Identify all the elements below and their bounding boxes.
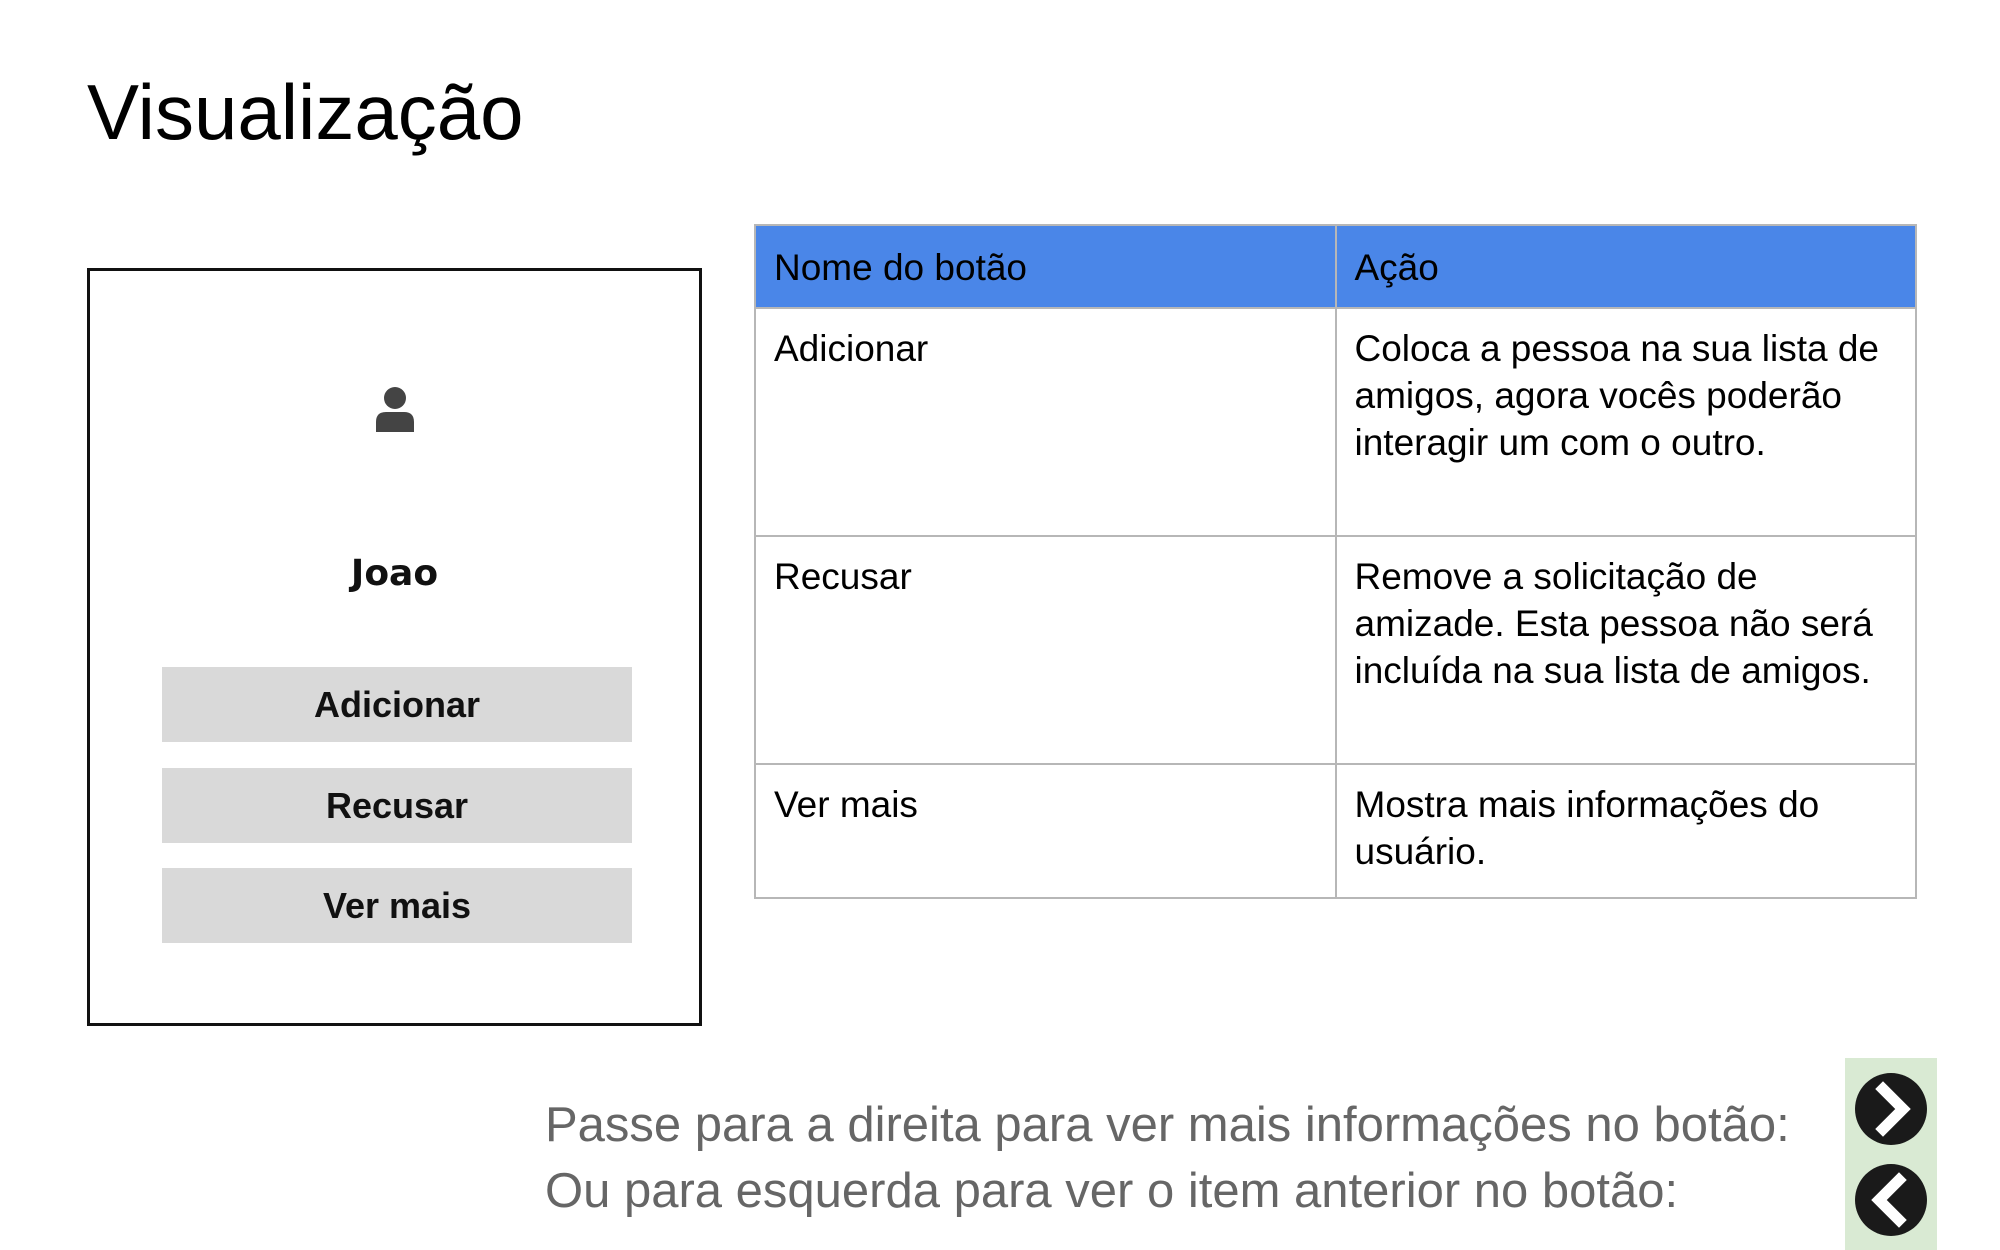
table-cell-action: Mostra mais informações do usuário. (1334, 763, 1917, 899)
column-header-action: Ação (1334, 224, 1917, 309)
user-icon (376, 387, 414, 432)
friend-request-card: Joao Adicionar Recusar Ver mais (87, 268, 702, 1026)
add-button[interactable]: Adicionar (162, 667, 632, 742)
table-row: Recusar Remove a solicitação de amizade.… (754, 535, 1917, 765)
table-header-row: Nome do botão Ação (754, 224, 1917, 309)
chevron-right-icon[interactable] (1851, 1069, 1931, 1149)
slide: Visualização Joao Adicionar Recusar Ver … (0, 0, 2000, 1250)
user-name: Joao (350, 553, 439, 594)
page-title: Visualização (87, 68, 524, 156)
table-cell-button-name: Adicionar (754, 307, 1337, 537)
table-cell-action: Coloca a pessoa na sua lista de amigos, … (1334, 307, 1917, 537)
table-row: Ver mais Mostra mais informações do usuá… (754, 763, 1917, 899)
instruction-previous: Ou para esquerda para ver o item anterio… (545, 1164, 1679, 1218)
see-more-button[interactable]: Ver mais (162, 868, 632, 943)
column-header-button-name: Nome do botão (754, 224, 1337, 309)
table-cell-action: Remove a solicitação de amizade. Esta pe… (1334, 535, 1917, 765)
button-actions-table: Nome do botão Ação Adicionar Coloca a pe… (754, 224, 1917, 899)
refuse-button[interactable]: Recusar (162, 768, 632, 843)
table-row: Adicionar Coloca a pessoa na sua lista d… (754, 307, 1917, 537)
instruction-next: Passe para a direita para ver mais infor… (545, 1098, 1790, 1152)
table-cell-button-name: Recusar (754, 535, 1337, 765)
table-cell-button-name: Ver mais (754, 763, 1337, 899)
chevron-left-icon[interactable] (1851, 1160, 1931, 1240)
